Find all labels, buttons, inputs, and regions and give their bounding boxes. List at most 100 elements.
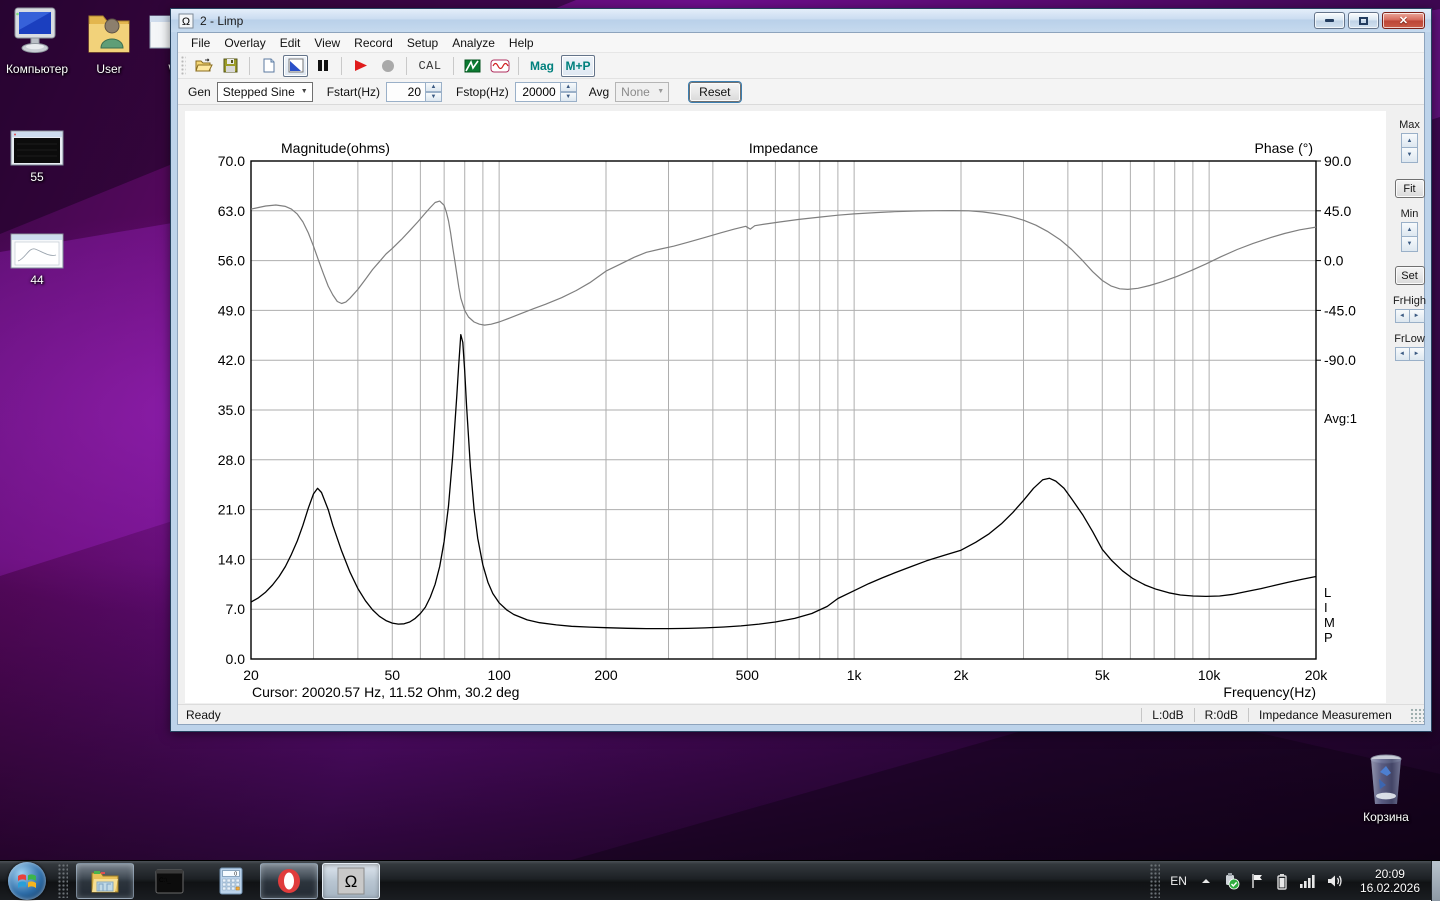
overlay-curves-button[interactable] <box>460 55 485 77</box>
title-bar[interactable]: Ω 2 - Limp ✕ <box>171 9 1431 32</box>
menu-view[interactable]: View <box>307 34 347 52</box>
taskbar-grip[interactable] <box>58 864 68 898</box>
spinner-left-icon[interactable]: ◄ <box>1395 309 1410 323</box>
svg-text:5k: 5k <box>1095 667 1111 683</box>
record-stop-button[interactable] <box>375 55 400 77</box>
min-spinner[interactable]: ▲▼ <box>1401 222 1418 252</box>
taskbar-button-opera[interactable] <box>260 863 318 899</box>
desktop-icon-screenshot-55[interactable]: 55 <box>0 130 74 184</box>
menu-overlay[interactable]: Overlay <box>217 34 272 52</box>
taskbar-button-calculator[interactable]: 0 <box>202 863 260 899</box>
save-button[interactable] <box>218 55 243 77</box>
calibrate-button[interactable]: CAL <box>413 55 447 77</box>
reset-button[interactable]: Reset <box>689 82 740 102</box>
frlow-spinner[interactable]: ◄► <box>1386 347 1433 361</box>
magnitude-view-button[interactable]: Mag <box>525 55 559 77</box>
chart-panel: Magnitude(ohms)ImpedancePhase (°)70.063.… <box>185 111 1386 703</box>
close-button[interactable]: ✕ <box>1382 12 1425 29</box>
desktop-icon-screenshot-44[interactable]: 44 <box>0 233 74 287</box>
taskbar-button-explorer[interactable] <box>76 863 134 899</box>
resize-grip[interactable] <box>1410 708 1424 722</box>
frhigh-spinner[interactable]: ◄► <box>1386 309 1433 323</box>
min-label: Min <box>1386 208 1433 220</box>
fstop-label: Fstop(Hz) <box>456 85 509 99</box>
usb-device-tray-icon[interactable] <box>1222 872 1240 890</box>
fstart-input[interactable] <box>386 82 426 102</box>
pause-button[interactable] <box>310 55 335 77</box>
svg-text:10k: 10k <box>1198 667 1222 683</box>
max-spinner[interactable]: ▲▼ <box>1401 133 1418 163</box>
minimize-button[interactable] <box>1314 12 1345 29</box>
menu-analyze[interactable]: Analyze <box>445 34 502 52</box>
computer-icon <box>9 4 65 60</box>
menu-help[interactable]: Help <box>502 34 541 52</box>
desktop-icon-user-folder[interactable]: User <box>72 4 146 76</box>
generator-type-select[interactable]: Stepped Sine ▼ <box>217 82 313 102</box>
reset-label: Reset <box>699 85 730 99</box>
fstart-spinner[interactable]: ▲▼ <box>426 82 442 102</box>
chart-area: Magnitude(ohms)ImpedancePhase (°)70.063.… <box>178 105 1424 704</box>
start-button[interactable] <box>8 862 46 900</box>
spinner-right-icon[interactable]: ► <box>1410 347 1425 361</box>
maximize-icon <box>1359 17 1368 25</box>
battery-icon <box>1275 873 1289 890</box>
network-tray-icon[interactable] <box>1299 873 1317 889</box>
menu-file[interactable]: File <box>184 34 217 52</box>
spinner-right-icon[interactable]: ► <box>1410 309 1425 323</box>
status-right-db: R:0dB <box>1194 708 1248 722</box>
maximize-button[interactable] <box>1348 12 1379 29</box>
spinner-up-icon[interactable]: ▲ <box>561 82 577 92</box>
open-file-button[interactable] <box>191 55 216 77</box>
spinner-down-icon[interactable]: ▼ <box>1401 148 1418 163</box>
tray-grip[interactable] <box>1150 864 1160 898</box>
toolbar-grip[interactable] <box>181 56 186 76</box>
close-icon: ✕ <box>1399 16 1408 26</box>
desktop-icon-recycle-bin[interactable]: Корзина <box>1349 752 1423 824</box>
copy-button[interactable] <box>256 55 281 77</box>
svg-text:63.0: 63.0 <box>218 203 245 219</box>
magnitude-phase-view-button[interactable]: M+P <box>561 55 595 77</box>
record-start-button[interactable] <box>348 55 373 77</box>
windows-flag-icon <box>16 870 38 892</box>
spinner-down-icon[interactable]: ▼ <box>561 92 577 102</box>
set-button[interactable]: Set <box>1395 266 1425 285</box>
spinner-down-icon[interactable]: ▼ <box>426 92 442 102</box>
svg-text:Ω: Ω <box>182 16 190 28</box>
svg-text:42.0: 42.0 <box>218 352 245 368</box>
fstop-spinner[interactable]: ▲▼ <box>561 82 577 102</box>
taskbar-button-limp[interactable]: Ω <box>322 863 380 899</box>
show-desktop-button[interactable] <box>1431 861 1440 901</box>
menu-setup[interactable]: Setup <box>400 34 445 52</box>
volume-tray-icon[interactable] <box>1327 873 1345 889</box>
fit-button[interactable]: Fit <box>1395 179 1425 198</box>
desktop-icon-computer[interactable]: Компьютер <box>0 4 74 76</box>
spinner-down-icon[interactable]: ▼ <box>1401 237 1418 252</box>
recycle-bin-icon <box>1362 752 1410 808</box>
scale-view-button[interactable] <box>283 55 308 77</box>
status-ready: Ready <box>178 708 1141 722</box>
fstop-input[interactable] <box>515 82 561 102</box>
svg-text:35.0: 35.0 <box>218 402 245 418</box>
mp-label: M+P <box>565 59 590 73</box>
window-title: 2 - Limp <box>200 14 1311 28</box>
svg-text:49.0: 49.0 <box>218 302 245 318</box>
taskbar-button-cmd[interactable]: C:\_ <box>140 863 198 899</box>
spinner-up-icon[interactable]: ▲ <box>426 82 442 92</box>
battery-tray-icon[interactable] <box>1275 873 1289 890</box>
menu-record[interactable]: Record <box>347 34 400 52</box>
app-icon: Ω <box>178 13 194 29</box>
taskbar-clock[interactable]: 20:09 16.02.2026 <box>1360 867 1420 895</box>
spinner-up-icon[interactable]: ▲ <box>1401 133 1418 148</box>
svg-text:2k: 2k <box>954 667 970 683</box>
spinner-left-icon[interactable]: ◄ <box>1395 347 1410 361</box>
action-center-tray-icon[interactable] <box>1250 873 1265 889</box>
signal-generator-button[interactable] <box>487 55 512 77</box>
menu-edit[interactable]: Edit <box>273 34 308 52</box>
generator-type-value: Stepped Sine <box>223 85 295 99</box>
impedance-chart[interactable]: Magnitude(ohms)ImpedancePhase (°)70.063.… <box>185 111 1386 703</box>
show-hidden-icons-button[interactable] <box>1200 877 1212 885</box>
spinner-up-icon[interactable]: ▲ <box>1401 222 1418 237</box>
status-mode: Impedance Measuremen <box>1248 708 1410 722</box>
language-indicator[interactable]: EN <box>1170 874 1187 888</box>
fit-label: Fit <box>1403 183 1415 195</box>
